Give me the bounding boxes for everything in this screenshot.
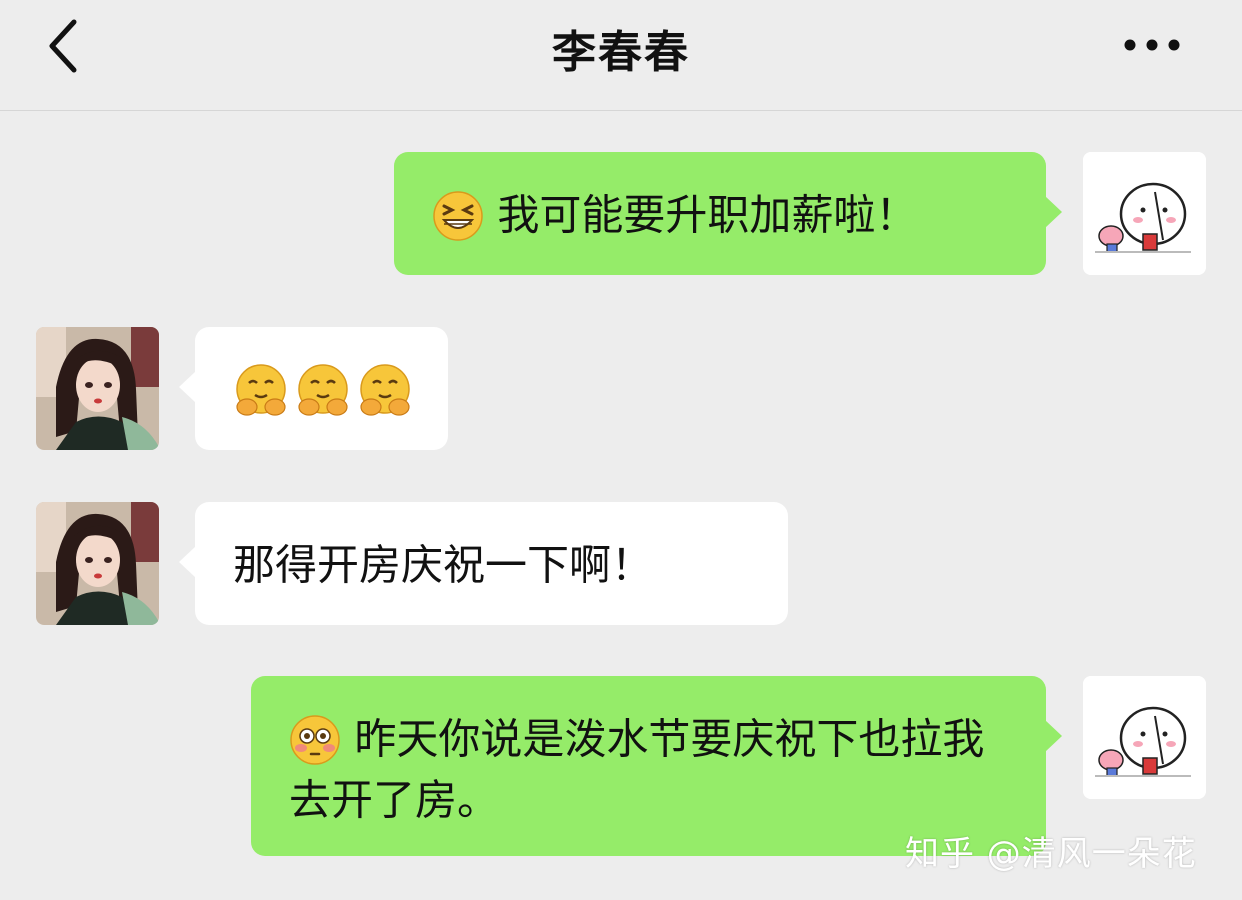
contact-avatar[interactable] xyxy=(36,327,159,450)
chat-header: 李春春 xyxy=(0,0,1242,111)
sent-message-bubble[interactable]: 我可能要升职加薪啦！ xyxy=(394,152,1062,275)
hugging-face-emoji xyxy=(236,363,410,416)
received-message-bubble[interactable]: 那得开房庆祝一下啊！ xyxy=(179,502,788,625)
girl-portrait-avatar-icon xyxy=(36,502,159,625)
message-text: 那得开房庆祝一下啊！ xyxy=(233,540,654,590)
more-dots-icon xyxy=(1124,39,1180,51)
flushed-face-emoji xyxy=(290,714,340,765)
chat-title: 李春春 xyxy=(552,27,690,78)
contact-avatar[interactable] xyxy=(36,502,159,625)
received-message-bubble[interactable] xyxy=(179,327,448,450)
cartoon-avatar-icon xyxy=(1083,676,1206,799)
my-avatar[interactable] xyxy=(1083,676,1206,799)
bubble-tail xyxy=(1045,720,1062,752)
bubble-tail xyxy=(1045,196,1062,228)
cartoon-avatar-icon xyxy=(1083,152,1206,275)
bubble-tail xyxy=(179,371,196,403)
watermark: 知乎 @清风一朵花 xyxy=(905,834,1197,874)
my-avatar[interactable] xyxy=(1083,152,1206,275)
more-options-button[interactable] xyxy=(1118,30,1188,60)
girl-portrait-avatar-icon xyxy=(36,327,159,450)
grinning-squint-emoji xyxy=(433,190,483,241)
bubble-tail xyxy=(179,546,196,578)
message-text: 昨天你说是泼水节要庆祝下也拉我去开了房。 xyxy=(289,714,985,825)
message-text: 我可能要升职加薪啦！ xyxy=(497,190,918,240)
